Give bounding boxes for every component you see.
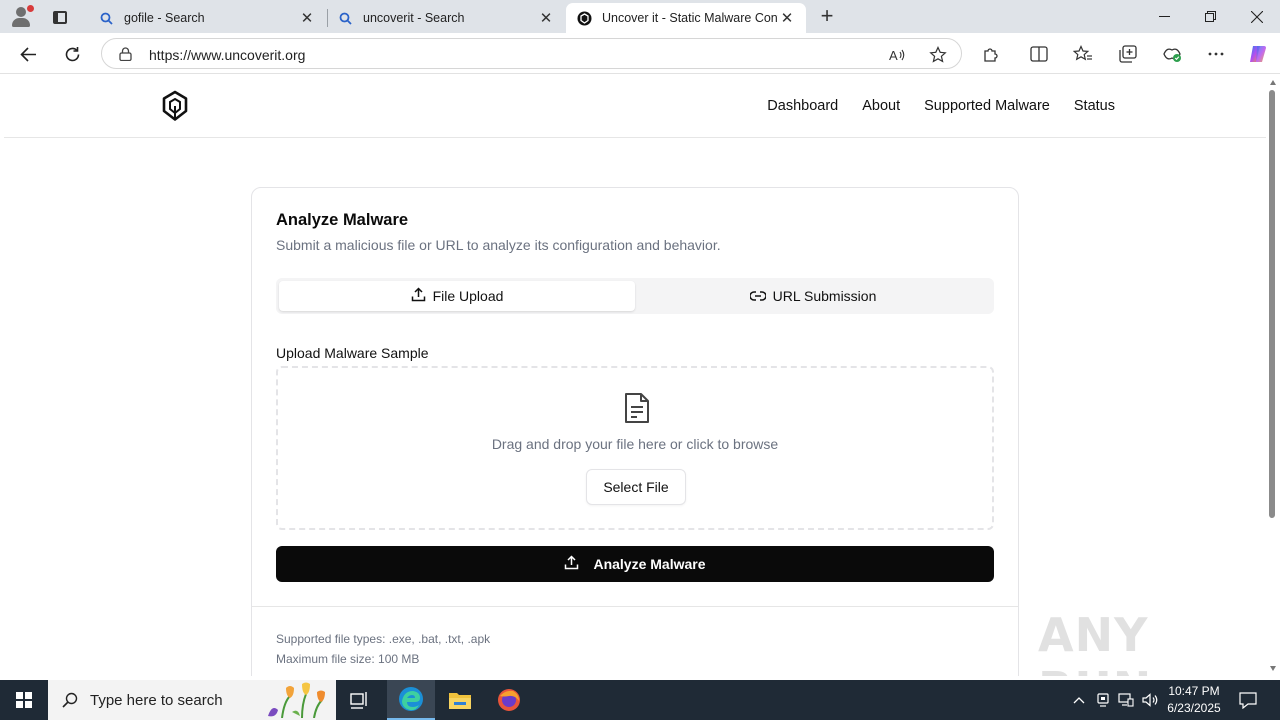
favorites-icon[interactable] [1071,42,1095,66]
tab-url-submission-label: URL Submission [772,288,877,304]
dropzone-text: Drag and drop your file here or click to… [491,436,779,452]
more-options-icon[interactable] [1204,42,1228,66]
card-divider [252,606,1018,607]
nav-dashboard[interactable]: Dashboard [767,98,838,114]
nav-about[interactable]: About [862,98,900,114]
browser-tab-uncoverit-search[interactable]: uncoverit - Search ✕ [327,3,565,33]
nav-supported-malware[interactable]: Supported Malware [924,98,1050,114]
upload-icon [564,555,579,573]
svg-text:A: A [889,48,898,63]
minimize-icon[interactable] [1141,0,1187,33]
profile-avatar-icon[interactable] [8,5,34,29]
site-nav: Dashboard About Supported Malware Status [767,98,1115,114]
taskbar-search-placeholder: Type here to search [90,691,223,709]
address-bar[interactable]: https://www.uncoverit.org A [101,38,962,69]
max-file-size: Maximum file size: 100 MB [276,652,420,666]
site-header: Dashboard About Supported Malware Status [4,75,1266,138]
search-icon [98,10,114,26]
uncoverit-logo-icon[interactable] [161,90,189,122]
card-title: Analyze Malware [276,211,409,229]
edge-taskbar-icon[interactable] [387,680,435,720]
tab-file-upload-label: File Upload [432,288,504,304]
upload-icon [411,287,426,305]
scroll-down-icon[interactable] [1270,666,1276,671]
nav-status[interactable]: Status [1074,98,1115,114]
copilot-icon[interactable] [1246,42,1270,66]
file-dropzone[interactable]: Drag and drop your file here or click to… [276,366,994,530]
new-tab-icon[interactable]: + [815,5,839,29]
split-screen-icon[interactable] [1027,42,1051,66]
start-button[interactable] [0,680,48,720]
windows-logo-icon [16,692,32,708]
windows-taskbar: Type here to search 10:47 PM 6/23/2025 [0,680,1280,720]
submission-tabs: File Upload URL Submission [276,278,994,314]
tray-expand-icon[interactable] [1069,680,1089,720]
extensions-icon[interactable] [979,42,1003,66]
task-view-icon[interactable] [336,680,384,720]
url-text: https://www.uncoverit.org [149,47,306,63]
taskbar-clock[interactable]: 10:47 PM 6/23/2025 [1160,683,1228,717]
clock-time: 10:47 PM [1168,684,1220,698]
tab-title: gofile - Search [124,11,205,25]
restore-icon[interactable] [1187,0,1233,33]
refresh-icon[interactable] [59,41,85,67]
analyze-malware-label: Analyze Malware [593,556,706,572]
select-file-button[interactable]: Select File [586,469,686,505]
file-text-icon [623,392,651,424]
browser-toolbar: https://www.uncoverit.org A [0,33,1280,74]
firefox-icon[interactable] [485,680,533,720]
link-icon [748,288,767,304]
page-scrollbar[interactable] [1266,75,1280,676]
anyrun-watermark: ANY RUN [1038,608,1151,676]
page-viewport: Dashboard About Supported Malware Status… [4,75,1266,676]
scrollbar-thumb[interactable] [1269,90,1275,518]
tulips-icon [262,682,332,719]
search-icon [62,692,78,708]
browser-tab-uncoverit-active[interactable]: Uncover it - Static Malware Config ✕ [566,3,806,33]
tab-title: Uncover it - Static Malware Config [602,11,778,25]
close-window-icon[interactable] [1234,0,1280,33]
analyze-card: Analyze Malware Submit a malicious file … [251,187,1019,676]
volume-icon[interactable] [1140,680,1160,720]
lock-icon[interactable] [119,47,132,62]
card-subtitle: Submit a malicious file or URL to analyz… [276,237,721,253]
clock-date: 6/23/2025 [1167,701,1221,715]
upload-label: Upload Malware Sample [276,345,429,361]
site-favicon-icon [576,10,592,26]
analyze-malware-button[interactable]: Analyze Malware [276,546,994,582]
favorite-star-icon[interactable] [928,45,948,65]
close-tab-icon[interactable]: ✕ [298,9,316,27]
taskbar-search[interactable]: Type here to search [48,680,336,720]
scroll-up-icon[interactable] [1270,80,1276,85]
tab-title: uncoverit - Search [363,11,465,25]
file-explorer-icon[interactable] [436,680,484,720]
close-tab-icon[interactable]: ✕ [537,9,555,27]
supported-file-types: Supported file types: .exe, .bat, .txt, … [276,632,491,646]
search-icon [337,10,353,26]
network-icon[interactable] [1117,680,1135,720]
meet-now-icon[interactable] [1094,680,1112,720]
collections-icon[interactable] [1116,42,1140,66]
browser-essentials-icon[interactable] [1160,42,1184,66]
read-aloud-icon[interactable]: A [888,45,908,65]
tab-file-upload[interactable]: File Upload [279,281,635,311]
close-tab-icon[interactable]: ✕ [778,9,796,27]
back-icon[interactable] [15,41,41,67]
tab-url-submission[interactable]: URL Submission [635,281,991,311]
tab-actions-icon[interactable] [48,6,72,28]
browser-tab-gofile[interactable]: gofile - Search ✕ [88,3,326,33]
notifications-icon[interactable] [1235,680,1261,720]
browser-tab-strip: gofile - Search ✕ uncoverit - Search ✕ U… [0,0,1280,33]
